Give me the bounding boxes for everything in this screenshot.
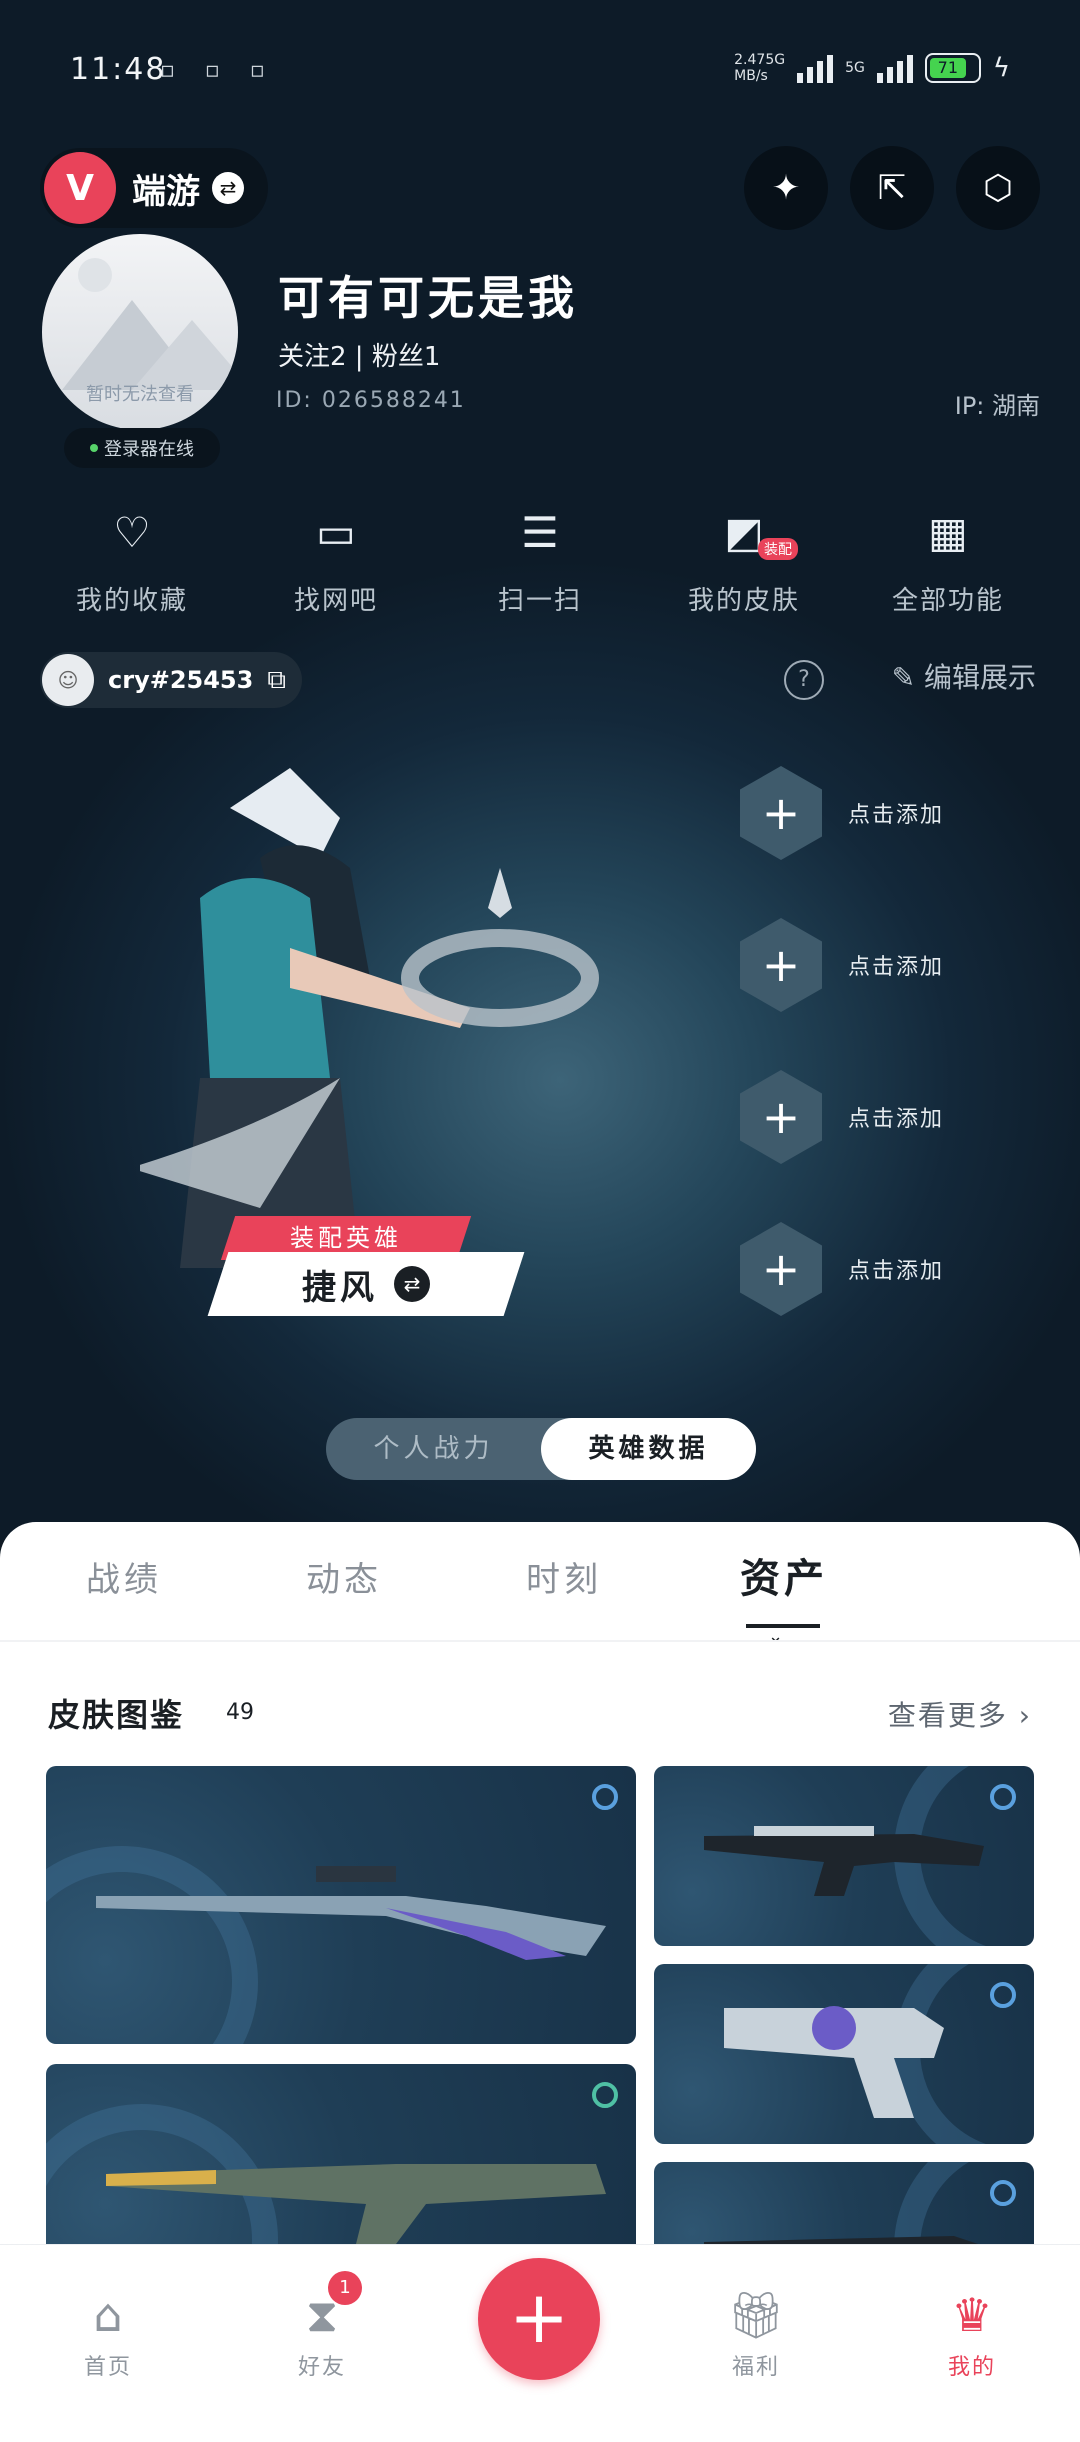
net-speed: 2.475G MB/s <box>734 52 786 84</box>
quick-item-favorites[interactable]: ♡ 我的收藏 <box>42 508 222 617</box>
share-icon: ⇱ <box>877 168 907 208</box>
status-bar: 11:48 ▫▫▫ 2.475G MB/s 5G 71 ϟ <box>70 52 1010 92</box>
create-post-button[interactable]: + <box>478 2258 600 2380</box>
nav-home[interactable]: ⌂ 首页 <box>48 2287 168 2381</box>
battery-icon: 71 <box>924 53 981 83</box>
toggle-agent-data[interactable]: 英雄数据 <box>541 1418 756 1480</box>
ip-location: IP: 湖南 <box>954 392 1040 420</box>
app-switcher[interactable]: V 端游 ⇄ <box>40 148 268 228</box>
content-tabs: 战绩 动态 时刻 资产 <box>0 1552 1080 1642</box>
tab-assets[interactable]: 资产 <box>740 1546 828 1604</box>
settings-button[interactable]: ⬡ <box>956 146 1040 230</box>
username: 可有可无是我 <box>278 271 578 325</box>
plus-icon: + <box>740 1222 822 1316</box>
toggle-personal-power[interactable]: 个人战力 <box>326 1418 541 1480</box>
avatar-caption: 暂时无法查看 <box>86 384 194 405</box>
swap-icon: ⇄ <box>212 172 244 204</box>
add-slot-3[interactable]: + 点击添加 <box>740 1070 944 1164</box>
sniper-rifle-icon <box>96 1866 606 1960</box>
scan-icon: ☰ <box>521 508 559 557</box>
divider <box>0 1640 1080 1642</box>
follow-counts[interactable]: 关注2 | 粉丝1 <box>278 336 440 373</box>
add-slot-2[interactable]: + 点击添加 <box>740 918 944 1012</box>
collection-dot-icon <box>990 1982 1016 2008</box>
revolver-icon <box>724 2006 944 2118</box>
swap-icon: ⇄ <box>394 1266 430 1302</box>
quick-item-internet-cafe[interactable]: ▭ 找网吧 <box>246 508 426 617</box>
chevron-down-icon: ⌄ <box>768 1626 784 1647</box>
user-id: ID: 026588241 <box>276 388 466 413</box>
player-avatar: ☺ <box>42 654 94 706</box>
heart-icon: ♡ <box>113 508 151 557</box>
monitor-icon: ▭ <box>316 508 356 557</box>
plus-icon: + <box>740 1070 822 1164</box>
quick-item-my-skins[interactable]: ◩ 装配 我的皮肤 <box>654 508 834 617</box>
quick-menu: ♡ 我的收藏 ▭ 找网吧 ☰ 扫一扫 ◩ 装配 我的皮肤 ▦ 全部功能 <box>0 508 1080 617</box>
skin-card[interactable] <box>654 1964 1034 2144</box>
help-icon[interactable]: ? <box>784 660 824 700</box>
rifle-icon <box>106 2164 606 2244</box>
section-title: 皮肤图鉴 <box>48 1696 185 1734</box>
avatar[interactable]: 暂时无法查看 <box>42 234 238 430</box>
grid-icon: ▦ <box>928 508 968 557</box>
online-dot-icon <box>90 444 98 452</box>
smg-icon <box>704 1826 984 1896</box>
add-slot-1[interactable]: + 点击添加 <box>740 766 944 860</box>
add-slot-4[interactable]: + 点击添加 <box>740 1222 944 1316</box>
status-time: 11:48 <box>70 52 167 87</box>
signal-icon <box>797 53 834 83</box>
nav-welfare[interactable]: 🎁︎ 福利 <box>696 2287 816 2381</box>
gift-icon: 🎁︎ <box>726 2288 786 2342</box>
notification-icons: ▫▫▫ <box>160 58 295 83</box>
skin-icon: ◩ 装配 <box>654 508 834 568</box>
friends-icon: ⧗ <box>305 2288 339 2342</box>
nav-me[interactable]: ♛ 我的 <box>912 2287 1032 2381</box>
agent-name-plate[interactable]: 捷风 ⇄ <box>207 1252 525 1316</box>
skin-card[interactable] <box>654 1766 1034 1946</box>
collection-dot-icon <box>592 1784 618 1810</box>
add-photo-icon: ✦ <box>771 168 801 208</box>
stats-toggle: 个人战力 英雄数据 <box>326 1418 756 1480</box>
add-photo-button[interactable]: ✦ <box>744 146 828 230</box>
quick-item-all-features[interactable]: ▦ 全部功能 <box>858 508 1038 617</box>
plus-icon: + <box>508 2275 570 2359</box>
copy-icon[interactable]: ⧉ <box>267 665 286 696</box>
skin-card[interactable] <box>46 1766 636 2044</box>
skin-card[interactable] <box>46 2064 636 2264</box>
edit-icon: ✎ <box>891 661 916 694</box>
online-status-badge: 登录器在线 <box>64 428 220 468</box>
valorant-logo-icon: V <box>44 152 116 224</box>
friends-badge: 1 <box>328 2271 362 2305</box>
tab-record[interactable]: 战绩 <box>86 1552 162 1601</box>
tab-moments[interactable]: 时刻 <box>526 1552 602 1601</box>
collection-dot-icon <box>990 2180 1016 2206</box>
player-tag[interactable]: ☺ cry#25453 ⧉ <box>40 652 302 708</box>
skin-count: 49 <box>226 1700 254 1725</box>
settings-icon: ⬡ <box>983 168 1013 208</box>
plus-icon: + <box>740 918 822 1012</box>
plus-icon: + <box>740 766 822 860</box>
agent-name: 捷风 <box>302 1267 378 1308</box>
charging-icon: ϟ <box>992 53 1010 83</box>
tab-feed[interactable]: 动态 <box>306 1552 382 1601</box>
profile-icon: ♛ <box>951 2288 993 2342</box>
home-icon: ⌂ <box>93 2288 123 2342</box>
player-tag-name: cry#25453 <box>108 666 254 694</box>
collection-dot-icon <box>592 2082 618 2108</box>
edit-display-button[interactable]: ✎ 编辑展示 <box>892 656 1036 696</box>
signal-icon-2 <box>876 53 913 83</box>
net-type-2: 5G <box>845 60 865 76</box>
equip-badge: 装配 <box>758 538 798 560</box>
share-button[interactable]: ⇱ <box>850 146 934 230</box>
quick-item-scan[interactable]: ☰ 扫一扫 <box>450 508 630 617</box>
view-more-link[interactable]: 查看更多 › <box>888 1694 1032 1734</box>
nav-friends[interactable]: ⧗ 1 好友 <box>262 2271 382 2381</box>
app-name: 端游 <box>132 171 200 212</box>
chevron-right-icon: › <box>1018 1699 1032 1732</box>
